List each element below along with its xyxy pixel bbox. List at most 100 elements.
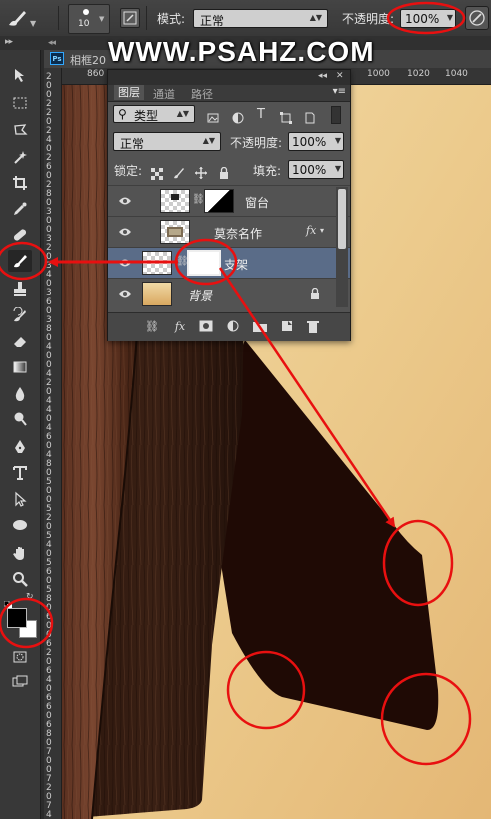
adjustment-layer-icon[interactable]: [226, 320, 240, 334]
lock-transparency-icon[interactable]: [151, 165, 163, 180]
link-layers-icon[interactable]: ⛓: [145, 320, 159, 334]
layer-opacity-field[interactable]: 100% ▼: [288, 132, 344, 151]
clone-stamp-tool[interactable]: [8, 278, 32, 300]
collapse-icon[interactable]: ◂◂: [48, 38, 56, 48]
tool-preset-picker[interactable]: ▼: [4, 5, 38, 31]
ruler-label: 1020: [407, 69, 430, 79]
pen-icon: [15, 440, 25, 453]
chevron-down-icon: ▼: [334, 164, 341, 173]
layer-thumbnail: [142, 251, 172, 275]
filter-smart-object-icon[interactable]: [304, 109, 316, 124]
brush-icon: [14, 255, 27, 268]
eraser-icon: [14, 337, 26, 347]
lock-pixels-icon[interactable]: [173, 164, 185, 179]
panel-menu-icon[interactable]: ▾≡: [333, 86, 346, 97]
ellipse-tool[interactable]: [8, 514, 32, 536]
history-brush-tool[interactable]: [8, 304, 32, 326]
eyedropper-tool[interactable]: [8, 198, 32, 220]
pressure-opacity-button[interactable]: [465, 6, 489, 30]
lock-position-icon[interactable]: [195, 164, 207, 179]
chevron-down-icon: ▼: [30, 19, 37, 28]
ruler-label: 860: [87, 69, 105, 79]
folder-icon[interactable]: [253, 320, 267, 334]
foreground-color-swatch[interactable]: [7, 608, 27, 628]
collapse-panel-icon[interactable]: ◂◂: [318, 71, 327, 81]
ellipse-icon: [13, 520, 27, 530]
filter-shape-icon[interactable]: [280, 109, 292, 124]
default-colors-icon[interactable]: [3, 594, 12, 609]
quick-mask-button[interactable]: [8, 646, 32, 668]
quick-mask-icon: [13, 651, 27, 663]
gradient-tool[interactable]: [8, 356, 32, 378]
lock-row: 锁定: 填充: 100% ▼: [108, 159, 350, 181]
tablet-pressure-icon: [469, 10, 485, 26]
layer-mask-thumbnail: [204, 189, 234, 213]
filter-type-icon[interactable]: T: [257, 107, 269, 122]
layer-filter-row: ⚲ 类型 ▲▼ T: [108, 104, 350, 126]
layer-row[interactable]: 莫奈名作 fx ▾: [108, 216, 350, 247]
eye-icon[interactable]: [118, 258, 132, 268]
panel-tabs: 图层 通道 路径 ▾≡: [108, 85, 350, 102]
tab-paths[interactable]: 路径: [191, 86, 213, 102]
fx-icon[interactable]: fx: [306, 224, 316, 237]
move-tool[interactable]: [8, 64, 32, 86]
magic-wand-tool[interactable]: [8, 146, 32, 168]
type-icon: [13, 466, 27, 480]
filter-pixel-icon[interactable]: [207, 109, 219, 123]
trash-icon[interactable]: [306, 320, 320, 334]
layer-row-selected[interactable]: ⛓ 支架: [108, 247, 350, 278]
healing-brush-tool[interactable]: [8, 224, 32, 246]
fill-field[interactable]: 100% ▼: [288, 160, 344, 179]
eye-icon[interactable]: [118, 196, 132, 206]
hand-tool[interactable]: [8, 542, 32, 564]
fill-label: 填充:: [253, 164, 282, 178]
layer-row[interactable]: ⛓ 窗台: [108, 185, 350, 216]
new-layer-icon[interactable]: [280, 320, 294, 334]
layers-scrollbar[interactable]: [336, 187, 348, 307]
chevron-down-icon: ▼: [99, 15, 105, 23]
add-style-fx-icon[interactable]: fx: [173, 320, 187, 334]
swap-colors-icon[interactable]: ↻: [26, 592, 34, 602]
eye-icon[interactable]: [118, 289, 132, 299]
brush-tool[interactable]: [8, 250, 32, 272]
crop-tool[interactable]: [8, 172, 32, 194]
tab-channels[interactable]: 通道: [153, 86, 175, 102]
layer-row[interactable]: 背景: [108, 278, 350, 309]
lasso-icon: [14, 124, 28, 135]
add-mask-icon[interactable]: [199, 320, 213, 334]
lock-icon: [311, 288, 319, 299]
tab-layers[interactable]: 图层: [114, 85, 144, 100]
collapse-icon[interactable]: ▸▸: [5, 37, 13, 47]
path-selection-tool[interactable]: [8, 488, 32, 510]
panel-header: ◂◂ ✕: [108, 70, 350, 85]
link-icon[interactable]: ⛓: [192, 194, 205, 205]
pen-tool[interactable]: [8, 436, 32, 458]
blend-mode-select[interactable]: 正常 ▲▼: [113, 132, 221, 151]
brush-preset-picker[interactable]: 10 ▼: [68, 4, 110, 34]
eye-icon[interactable]: [118, 227, 132, 237]
opacity-field[interactable]: 100% ▼: [400, 9, 456, 28]
ruler-label: 1000: [367, 69, 390, 79]
chevron-down-icon: ▼: [446, 13, 453, 22]
blur-tool[interactable]: [8, 383, 32, 405]
lock-label: 锁定:: [114, 164, 143, 178]
screen-mode-button[interactable]: [8, 671, 32, 693]
type-tool[interactable]: [8, 462, 32, 484]
brush-panel-icon: [123, 11, 137, 25]
layer-name: 窗台: [245, 196, 270, 210]
filter-toggle-switch[interactable]: [331, 106, 341, 124]
close-icon[interactable]: ✕: [336, 71, 344, 81]
scrollbar-thumb[interactable]: [338, 189, 346, 249]
marquee-tool[interactable]: [8, 92, 32, 114]
brush-size-value: 10: [78, 19, 90, 29]
zoom-tool[interactable]: [8, 568, 32, 590]
dodge-tool[interactable]: [8, 408, 32, 430]
lasso-tool[interactable]: [8, 119, 32, 141]
filter-adjustment-icon[interactable]: [232, 109, 244, 124]
lock-all-icon[interactable]: [218, 164, 230, 179]
toggle-brush-panel-button[interactable]: [120, 8, 140, 28]
mode-select[interactable]: 正常 ▲▼: [193, 9, 328, 28]
filter-kind-select[interactable]: ⚲ 类型 ▲▼: [113, 105, 195, 123]
eraser-tool[interactable]: [8, 330, 32, 352]
expand-effects-icon[interactable]: ▾: [320, 226, 324, 235]
